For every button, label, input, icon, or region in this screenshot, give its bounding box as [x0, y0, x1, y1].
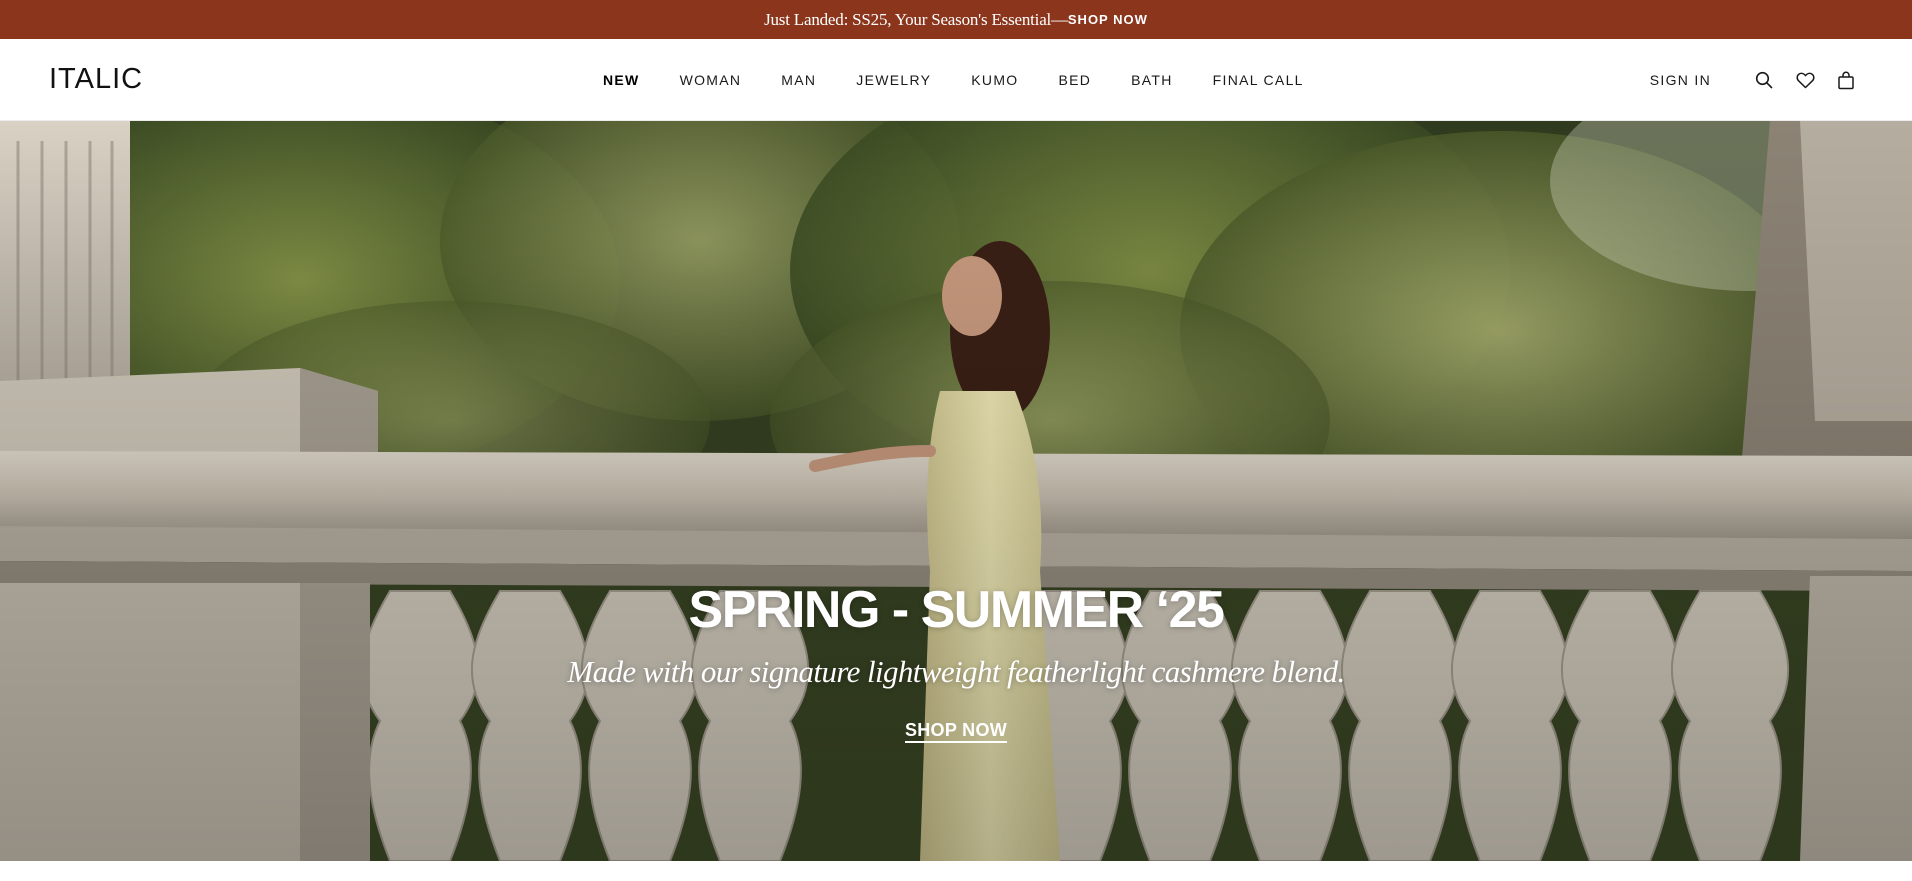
search-icon[interactable]	[1754, 70, 1774, 90]
below-hero-strip	[0, 861, 1912, 881]
hero-title: SPRING - SUMMER ‘25	[688, 581, 1225, 639]
shopping-bag-icon[interactable]	[1836, 70, 1856, 90]
hero-banner[interactable]: SPRING - SUMMER ‘25 Made with our signat…	[0, 121, 1912, 861]
hero-cta-wrap: SHOP NOW	[0, 720, 1912, 743]
nav-item-bath[interactable]: BATH	[1131, 72, 1173, 88]
logo-text: ITaLIC	[49, 63, 144, 95]
site-header: ITaLIC NEW WOMAN MAN JEWELRY KUMO BED BA…	[0, 39, 1912, 121]
main-nav: NEW WOMAN MAN JEWELRY KUMO BED BATH FINA…	[603, 39, 1344, 121]
nav-item-final-call[interactable]: FINAL CALL	[1213, 72, 1304, 88]
nav-item-new[interactable]: NEW	[603, 72, 640, 88]
nav-item-kumo[interactable]: KUMO	[971, 72, 1018, 88]
announcement-bar: Just Landed: SS25, Your Season's Essenti…	[0, 0, 1912, 39]
header-actions: SIGN IN	[1650, 39, 1856, 121]
site-logo[interactable]: ITaLIC	[49, 63, 143, 96]
sign-in-link[interactable]: SIGN IN	[1650, 72, 1711, 88]
nav-item-jewelry[interactable]: JEWELRY	[856, 72, 931, 88]
hero-shop-now-button[interactable]: SHOP NOW	[904, 720, 1008, 743]
hero-content: SPRING - SUMMER ‘25 Made with our signat…	[0, 121, 1912, 861]
hero-subtitle: Made with our signature lightweight feat…	[567, 654, 1345, 689]
announcement-shop-now-link[interactable]: SHOP NOW	[1068, 12, 1148, 27]
nav-item-bed[interactable]: BED	[1058, 72, 1091, 88]
announcement-text: Just Landed: SS25, Your Season's Essenti…	[764, 9, 1068, 29]
nav-item-man[interactable]: MAN	[781, 72, 816, 88]
heart-icon[interactable]	[1795, 70, 1815, 90]
nav-item-woman[interactable]: WOMAN	[680, 72, 742, 88]
